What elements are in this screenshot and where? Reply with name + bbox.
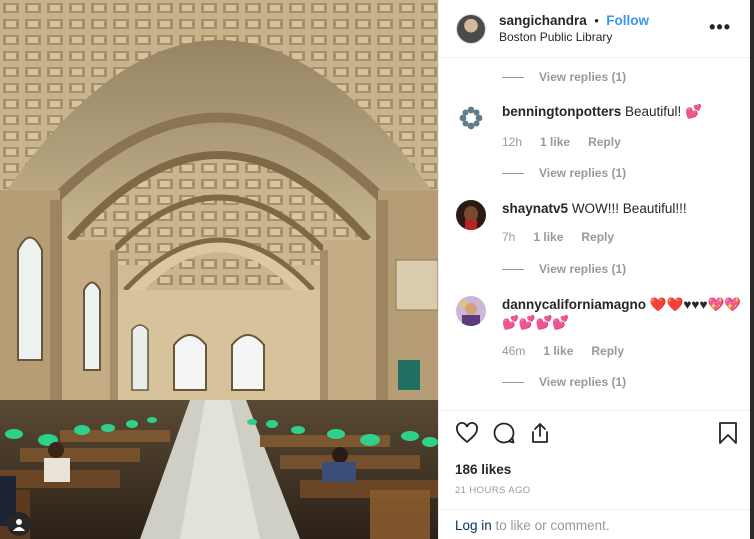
author-username[interactable]: sangichandra — [499, 13, 587, 28]
separator-dot: • — [594, 12, 599, 28]
view-replies-button[interactable]: View replies (1) — [502, 166, 626, 180]
view-replies-button[interactable]: View replies (1) — [502, 375, 626, 389]
reply-button[interactable]: Reply — [581, 230, 614, 244]
login-prompt-text: to like or comment. — [491, 518, 610, 533]
comment-text: Beautiful! 💕 — [625, 104, 702, 119]
comment-likes[interactable]: 1 like — [533, 230, 563, 244]
commenter-avatar[interactable] — [456, 296, 486, 326]
user-icon[interactable] — [7, 512, 31, 536]
view-replies-button[interactable]: View replies (1) — [502, 262, 626, 276]
post-location[interactable]: Boston Public Library — [499, 29, 649, 45]
heart-icon[interactable] — [455, 421, 479, 450]
comment-username[interactable]: dannycalifornia­magno — [502, 297, 646, 312]
post-actions: 186 likes 21 HOURS AGO Log in to like or… — [439, 410, 751, 539]
comment-likes[interactable]: 1 like — [540, 135, 570, 149]
reply-button[interactable]: Reply — [588, 135, 621, 149]
comment-username[interactable]: shaynatv5 — [502, 201, 568, 216]
comment-age: 46m — [502, 344, 526, 358]
bookmark-icon[interactable] — [717, 421, 739, 450]
comment-age: 7h — [502, 230, 516, 244]
post-header: sangichandra • Follow Boston Public Libr… — [439, 0, 751, 58]
follow-button[interactable]: Follow — [606, 13, 649, 28]
comment-likes[interactable]: 1 like — [543, 344, 573, 358]
more-icon[interactable]: ••• — [709, 17, 731, 38]
post-timestamp: 21 HOURS AGO — [455, 485, 531, 496]
comments-list[interactable]: View replies (1) benningtonpotters Beaut… — [439, 58, 751, 410]
comment-age: 12h — [502, 135, 523, 149]
share-icon[interactable] — [528, 421, 552, 450]
post-side-panel: sangichandra • Follow Boston Public Libr… — [438, 0, 754, 539]
post-photo[interactable] — [0, 0, 438, 539]
login-bar: Log in to like or comment. — [439, 509, 751, 539]
library-reading-room-image — [0, 0, 438, 539]
comment-text: WOW!!! Beautiful!!! — [571, 201, 687, 216]
view-replies-button[interactable]: View replies (1) — [502, 70, 626, 84]
login-link[interactable]: Log in — [455, 518, 492, 533]
author-avatar[interactable] — [456, 13, 486, 44]
comment-username[interactable]: benningtonpotters — [502, 104, 621, 119]
commenter-avatar[interactable] — [456, 103, 486, 133]
comment-icon[interactable] — [492, 421, 516, 450]
commenter-avatar[interactable] — [456, 200, 486, 230]
window-edge — [750, 0, 754, 539]
reply-button[interactable]: Reply — [591, 344, 624, 358]
likes-count[interactable]: 186 likes — [455, 462, 511, 477]
